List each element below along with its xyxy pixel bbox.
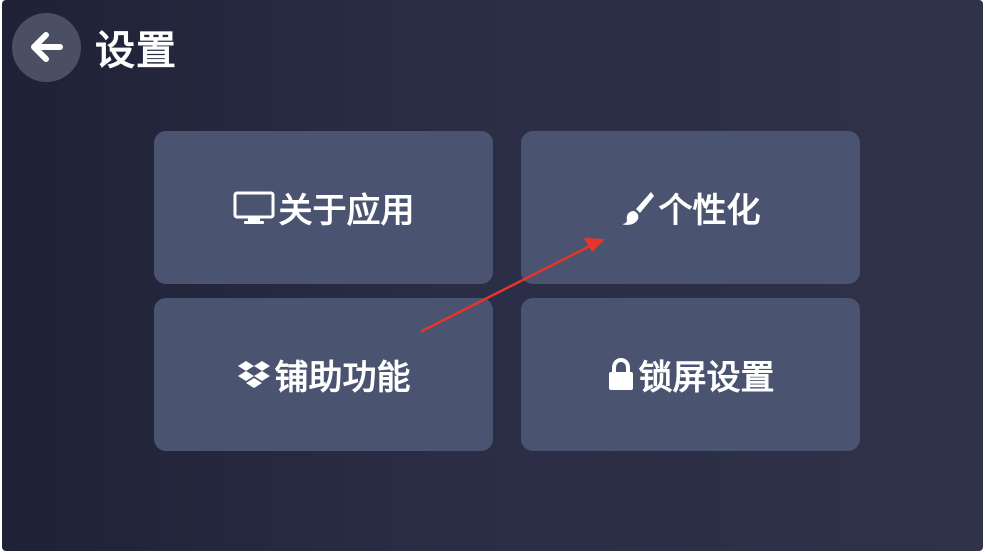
personalization-card[interactable]: 个性化 [521, 131, 860, 284]
accessibility-card[interactable]: 铺助功能 [154, 298, 493, 451]
dropbox-icon [237, 359, 271, 391]
arrow-left-icon [30, 32, 63, 62]
accessibility-label: 铺助功能 [274, 358, 411, 398]
lock-screen-label: 锁屏设置 [638, 358, 775, 398]
header: 设置 [12, 12, 177, 82]
back-button[interactable] [12, 12, 81, 82]
monitor-icon [233, 191, 275, 225]
personalization-label: 个性化 [658, 191, 761, 231]
settings-screen: 设置 关于应用 个性化 铺助功能 锁屏设置 [2, 0, 983, 551]
about-app-label: 关于应用 [278, 191, 415, 231]
lock-icon [607, 357, 635, 392]
page-title: 设置 [95, 28, 177, 74]
about-app-card[interactable]: 关于应用 [154, 131, 493, 284]
paintbrush-icon [621, 190, 655, 226]
lock-screen-card[interactable]: 锁屏设置 [521, 298, 860, 451]
